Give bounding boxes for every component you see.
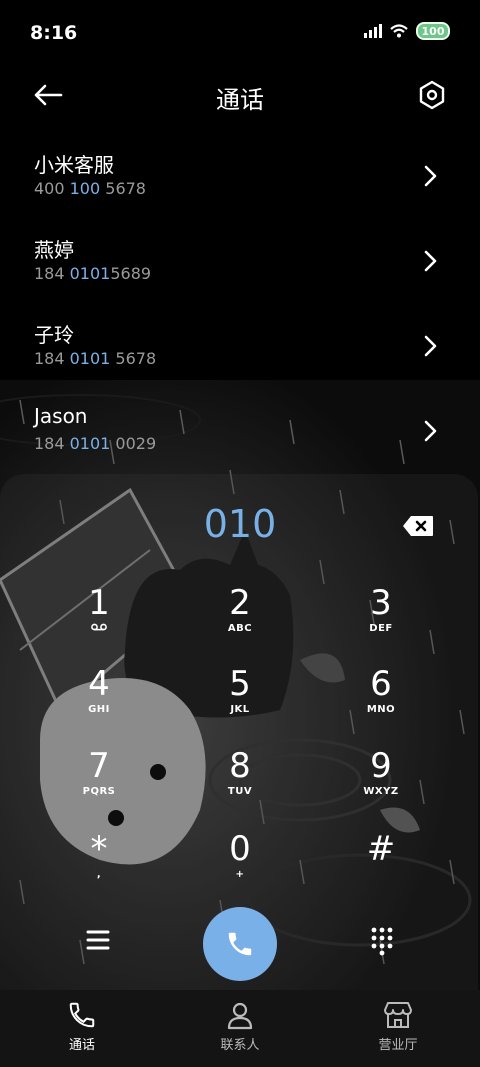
back-button[interactable] (28, 78, 68, 112)
key-8[interactable]: 8 TUV (192, 746, 288, 818)
key-4[interactable]: 4 GHI (51, 664, 147, 736)
contact-name: 子玲 (34, 323, 74, 347)
nav-label: 营业厅 (378, 1038, 418, 1053)
call-button[interactable] (203, 907, 277, 981)
contact-number: 184 0101 5678 (34, 349, 157, 368)
status-icons: 100 (364, 22, 450, 40)
page-title: 通话 (216, 86, 264, 114)
key-3[interactable]: 3 DEF (333, 583, 429, 655)
settings-hexagon-icon (419, 80, 445, 110)
key-star[interactable]: * , (51, 829, 147, 901)
key-7[interactable]: 7 PQRS (51, 746, 147, 818)
contact-number: 184 0101 0029 (34, 434, 157, 453)
person-icon (227, 1002, 253, 1030)
phone-icon (69, 1002, 95, 1028)
contact-name: Jason (34, 404, 88, 428)
status-time: 8:16 (30, 22, 78, 44)
contact-list: 小米客服 400 100 5678 燕婷 184 01015689 子玲 184… (0, 135, 480, 475)
key-9[interactable]: 9 WXYZ (333, 746, 429, 818)
chevron-right-icon (424, 335, 437, 357)
store-icon (384, 1002, 412, 1028)
contact-row[interactable]: 子玲 184 0101 5678 (0, 305, 480, 390)
backspace-icon[interactable] (402, 515, 434, 537)
settings-button[interactable] (412, 76, 452, 114)
contact-name: 燕婷 (34, 238, 74, 262)
bottom-navigation: 通话 联系人 营业厅 (0, 990, 480, 1067)
key-6[interactable]: 6 MNO (333, 664, 429, 736)
nav-label: 通话 (68, 1038, 95, 1053)
status-bar: 8:16 100 (0, 0, 480, 64)
phone-icon (228, 932, 252, 956)
chevron-right-icon (424, 165, 437, 187)
battery-icon: 100 (416, 22, 450, 40)
wifi-icon (390, 24, 408, 38)
nav-label: 联系人 (220, 1038, 260, 1053)
menu-icon[interactable] (80, 922, 116, 958)
nav-tab-contacts[interactable]: 联系人 (180, 990, 300, 1067)
nav-tab-calls[interactable]: 通话 (22, 990, 142, 1067)
header: 通话 (0, 64, 480, 126)
contact-name: 小米客服 (34, 153, 114, 177)
contact-row[interactable]: 小米客服 400 100 5678 (0, 135, 480, 220)
key-2[interactable]: 2 ABC (192, 583, 288, 655)
keypad-grid-icon[interactable] (364, 922, 400, 958)
arrow-left-icon (34, 84, 63, 106)
contact-row[interactable]: 燕婷 184 01015689 (0, 220, 480, 305)
nav-tab-store[interactable]: 营业厅 (338, 990, 458, 1067)
contact-row[interactable]: Jason 184 0101 0029 (0, 390, 480, 475)
key-0[interactable]: 0 + (192, 829, 288, 901)
chevron-right-icon (424, 420, 437, 442)
key-5[interactable]: 5 JKL (192, 664, 288, 736)
key-1[interactable]: 1 (51, 583, 147, 655)
voicemail-icon (91, 623, 107, 631)
contact-number: 184 01015689 (34, 264, 152, 283)
key-hash[interactable]: # (333, 829, 429, 901)
contact-number: 400 100 5678 (34, 179, 146, 198)
signal-icon (364, 24, 382, 38)
chevron-right-icon (424, 250, 437, 272)
